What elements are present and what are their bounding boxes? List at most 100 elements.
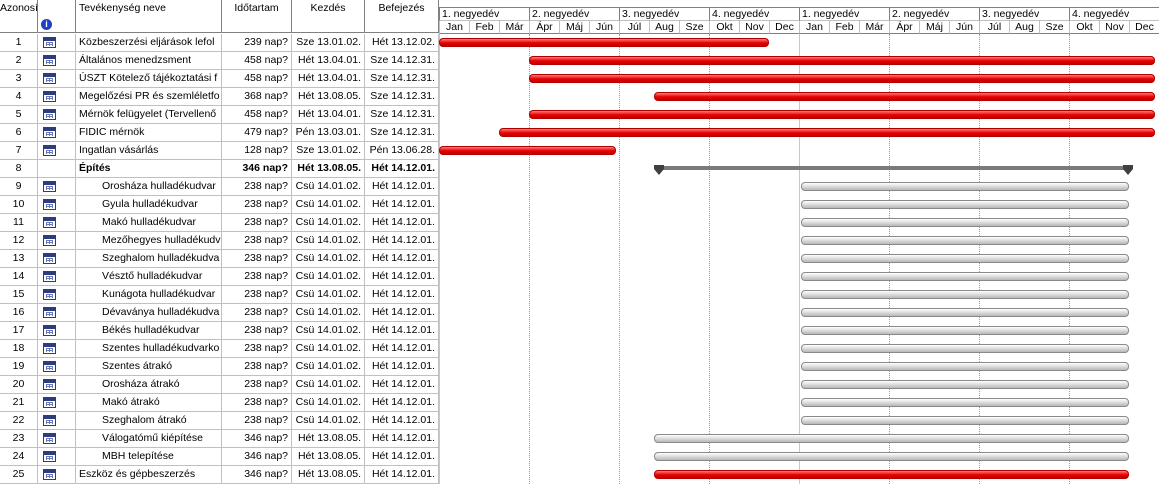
task-name-cell[interactable]: ÚSZT Kötelező tájékoztatási f (76, 70, 222, 88)
task-duration-cell[interactable]: 458 nap? (222, 106, 292, 124)
task-id-cell[interactable]: 19 (0, 358, 38, 376)
task-finish-cell[interactable]: Sze 14.12.31. (365, 88, 439, 106)
task-name-cell[interactable]: Orosháza átrakó (76, 376, 222, 394)
indicator-cell[interactable] (38, 340, 76, 358)
task-id-cell[interactable]: 11 (0, 214, 38, 232)
task-name-cell[interactable]: Építés (76, 160, 222, 178)
name-column-header[interactable]: Tevékenység neve (76, 0, 222, 33)
indicator-cell[interactable] (38, 268, 76, 286)
indicator-cell[interactable] (38, 358, 76, 376)
task-id-cell[interactable]: 3 (0, 70, 38, 88)
task-bar[interactable] (801, 236, 1129, 245)
task-finish-cell[interactable]: Hét 14.12.01. (365, 214, 439, 232)
task-name-cell[interactable]: Ingatlan vásárlás (76, 142, 222, 160)
task-duration-cell[interactable]: 238 nap? (222, 214, 292, 232)
task-start-cell[interactable]: Csü 14.01.02. (292, 340, 365, 358)
task-id-cell[interactable]: 16 (0, 304, 38, 322)
task-duration-cell[interactable]: 368 nap? (222, 88, 292, 106)
task-start-cell[interactable]: Sze 13.01.02. (292, 142, 365, 160)
task-duration-cell[interactable]: 238 nap? (222, 412, 292, 430)
task-id-cell[interactable]: 13 (0, 250, 38, 268)
task-finish-cell[interactable]: Hét 14.12.01. (365, 286, 439, 304)
task-id-cell[interactable]: 23 (0, 430, 38, 448)
task-bar[interactable] (439, 38, 769, 47)
task-id-cell[interactable]: 14 (0, 268, 38, 286)
task-bar[interactable] (529, 74, 1155, 83)
indicator-column-header[interactable]: i (38, 0, 76, 33)
task-start-cell[interactable]: Hét 13.04.01. (292, 70, 365, 88)
task-duration-cell[interactable]: 239 nap? (222, 34, 292, 52)
task-id-cell[interactable]: 15 (0, 286, 38, 304)
task-duration-cell[interactable]: 346 nap? (222, 448, 292, 466)
task-id-cell[interactable]: 6 (0, 124, 38, 142)
task-finish-cell[interactable]: Hét 14.12.01. (365, 466, 439, 484)
task-name-cell[interactable]: Szentes hulladékudvarko (76, 340, 222, 358)
task-start-cell[interactable]: Pén 13.03.01. (292, 124, 365, 142)
task-name-cell[interactable]: Szeghalom hulladékudva (76, 250, 222, 268)
task-start-cell[interactable]: Hét 13.08.05. (292, 466, 365, 484)
task-id-cell[interactable]: 4 (0, 88, 38, 106)
indicator-cell[interactable] (38, 34, 76, 52)
task-bar[interactable] (801, 290, 1129, 299)
task-id-cell[interactable]: 2 (0, 52, 38, 70)
task-bar[interactable] (801, 308, 1129, 317)
task-bar[interactable] (654, 92, 1155, 101)
task-duration-cell[interactable]: 238 nap? (222, 250, 292, 268)
task-finish-cell[interactable]: Hét 14.12.01. (365, 232, 439, 250)
task-finish-cell[interactable]: Hét 14.12.01. (365, 448, 439, 466)
task-name-cell[interactable]: Mezőhegyes hulladékudv (76, 232, 222, 250)
indicator-cell[interactable] (38, 106, 76, 124)
task-bar[interactable] (499, 128, 1155, 137)
task-start-cell[interactable]: Csü 14.01.02. (292, 268, 365, 286)
task-start-cell[interactable]: Csü 14.01.02. (292, 214, 365, 232)
indicator-cell[interactable] (38, 322, 76, 340)
indicator-cell[interactable] (38, 466, 76, 484)
task-start-cell[interactable]: Csü 14.01.02. (292, 232, 365, 250)
task-duration-cell[interactable]: 458 nap? (222, 52, 292, 70)
indicator-cell[interactable] (38, 430, 76, 448)
task-id-cell[interactable]: 5 (0, 106, 38, 124)
task-name-cell[interactable]: Makó hulladékudvar (76, 214, 222, 232)
task-start-cell[interactable]: Sze 13.01.02. (292, 34, 365, 52)
task-id-cell[interactable]: 12 (0, 232, 38, 250)
task-finish-cell[interactable]: Sze 14.12.31. (365, 52, 439, 70)
indicator-cell[interactable] (38, 286, 76, 304)
task-bar[interactable] (529, 56, 1155, 65)
task-finish-cell[interactable]: Hét 14.12.01. (365, 394, 439, 412)
task-name-cell[interactable]: Orosháza hulladékudvar (76, 178, 222, 196)
task-start-cell[interactable]: Csü 14.01.02. (292, 322, 365, 340)
indicator-cell[interactable] (38, 214, 76, 232)
task-name-cell[interactable]: Vésztő hulladékudvar (76, 268, 222, 286)
task-id-cell[interactable]: 17 (0, 322, 38, 340)
indicator-cell[interactable] (38, 142, 76, 160)
task-bar[interactable] (801, 380, 1129, 389)
start-column-header[interactable]: Kezdés (292, 0, 365, 33)
task-start-cell[interactable]: Csü 14.01.02. (292, 376, 365, 394)
task-start-cell[interactable]: Csü 14.01.02. (292, 250, 365, 268)
indicator-cell[interactable] (38, 394, 76, 412)
id-column-header[interactable]: Azonosít (0, 0, 38, 33)
task-id-cell[interactable]: 1 (0, 34, 38, 52)
task-start-cell[interactable]: Hét 13.04.01. (292, 52, 365, 70)
task-duration-cell[interactable]: 238 nap? (222, 196, 292, 214)
indicator-cell[interactable] (38, 304, 76, 322)
task-finish-cell[interactable]: Hét 14.12.01. (365, 430, 439, 448)
task-name-cell[interactable]: Szentes átrakó (76, 358, 222, 376)
task-start-cell[interactable]: Hét 13.08.05. (292, 160, 365, 178)
task-id-cell[interactable]: 22 (0, 412, 38, 430)
task-name-cell[interactable]: FIDIC mérnök (76, 124, 222, 142)
task-finish-cell[interactable]: Hét 14.12.01. (365, 304, 439, 322)
indicator-cell[interactable] (38, 88, 76, 106)
task-name-cell[interactable]: Megelőzési PR és szemléletfo (76, 88, 222, 106)
task-duration-cell[interactable]: 238 nap? (222, 286, 292, 304)
task-bar[interactable] (801, 182, 1129, 191)
task-start-cell[interactable]: Csü 14.01.02. (292, 286, 365, 304)
task-bar[interactable] (801, 272, 1129, 281)
task-id-cell[interactable]: 25 (0, 466, 38, 484)
task-finish-cell[interactable]: Hét 14.12.01. (365, 322, 439, 340)
indicator-cell[interactable] (38, 52, 76, 70)
indicator-cell[interactable] (38, 196, 76, 214)
task-name-cell[interactable]: Dévaványa hulladékudva (76, 304, 222, 322)
task-bar[interactable] (801, 254, 1129, 263)
task-name-cell[interactable]: Makó átrakó (76, 394, 222, 412)
